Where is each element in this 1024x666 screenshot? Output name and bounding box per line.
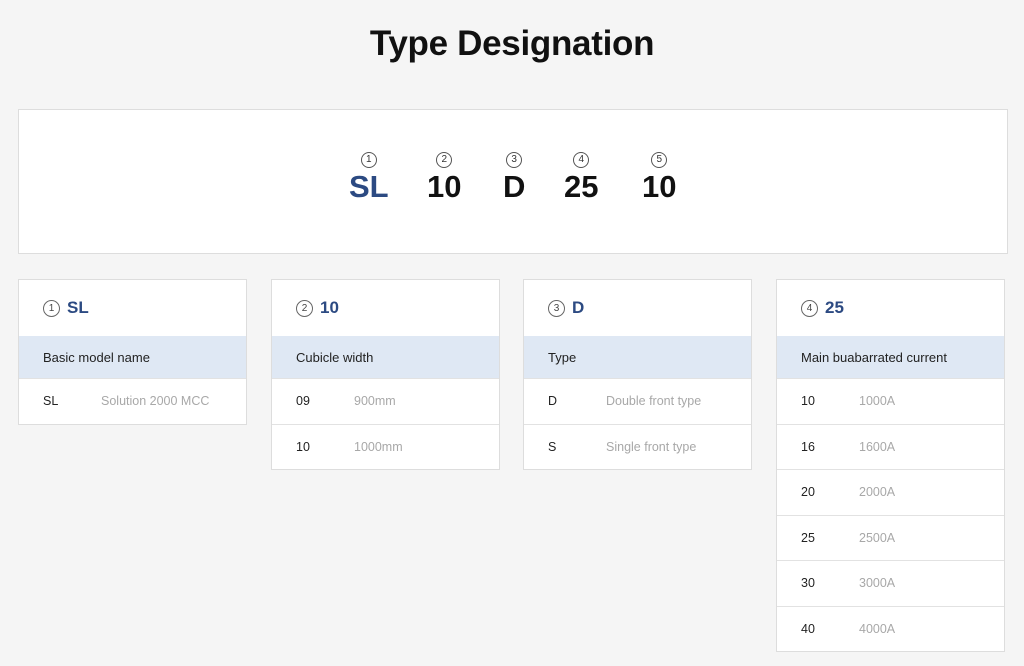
list-item: 16 1600A [777,423,1004,470]
type-code-panel: 1 SL 2 10 3 D 4 25 5 10 [18,109,1008,254]
card-subheader: Type [524,336,751,378]
row-value: 2500A [859,530,896,545]
row-key: S [548,439,557,454]
number-2-icon: 2 [296,299,313,317]
row-value: 1000A [859,394,896,409]
card-header: 2 10 [272,280,499,336]
row-value: 2000A [859,485,896,500]
row-value: Solution 2000 MCC [101,394,210,409]
row-key: 40 [801,621,815,636]
row-value: 1600A [859,439,896,454]
number-3-icon: 3 [506,152,523,168]
row-key: 20 [801,485,815,500]
code-value: 25 [564,169,599,204]
code-value: 10 [427,169,462,204]
number-1-icon: 1 [43,299,60,317]
row-key: 16 [801,439,815,454]
list-item: D Double front type [524,378,751,424]
list-item: 40 4000A [777,605,1004,652]
row-value: 900mm [354,394,396,409]
card-subheader: Cubicle width [272,336,499,378]
list-item: 25 2500A [777,514,1004,561]
card-basic-model: 1 SL Basic model name SL Solution 2000 M… [18,279,247,425]
card-subheader: Main buabarrated current [777,336,1004,378]
card-code: 25 [825,298,844,317]
card-main-current: 4 25 Main buabarrated current 10 1000A 1… [776,279,1005,652]
card-header: 4 25 [777,280,1004,336]
row-value: Double front type [606,394,702,409]
card-type: 3 D Type D Double front type S Single fr… [523,279,752,470]
row-key: 10 [801,394,815,409]
row-value: 3000A [859,576,896,591]
number-2-icon: 2 [436,152,453,168]
row-key: 25 [801,530,815,545]
code-value: 10 [642,169,677,204]
row-value: 4000A [859,621,896,636]
code-value: SL [349,169,389,204]
page-title: Type Designation [369,24,655,63]
row-key: 10 [296,439,310,454]
number-5-icon: 5 [651,152,668,168]
number-3-icon: 3 [548,299,565,317]
row-key: D [548,394,558,409]
row-key: 30 [801,576,815,591]
card-code: SL [67,298,89,317]
list-item: 09 900mm [272,378,499,424]
list-item: SL Solution 2000 MCC [19,378,246,424]
number-1-icon: 1 [360,152,377,168]
card-code: D [572,298,585,317]
row-value: 1000mm [354,439,403,454]
card-code: 10 [320,298,339,317]
row-key: SL [43,394,59,409]
code-segment-3: 3 D [503,152,525,204]
number-4-icon: 4 [573,152,590,168]
card-header: 1 SL [19,280,246,336]
code-segment-5: 5 10 [642,152,676,204]
row-value: Single front type [606,439,697,454]
list-item: 10 1000mm [272,423,499,470]
number-4-icon: 4 [801,299,818,317]
code-value: D [503,169,526,204]
card-header: 3 D [524,280,751,336]
list-item: 10 1000A [777,378,1004,424]
code-segment-4: 4 25 [564,152,598,204]
card-cubicle-width: 2 10 Cubicle width 09 900mm 10 1000mm [271,279,500,470]
list-item: 20 2000A [777,469,1004,515]
code-segment-1: 1 SL [349,152,389,204]
list-item: 30 3000A [777,560,1004,606]
list-item: S Single front type [524,423,751,470]
code-segment-2: 2 10 [427,152,461,204]
row-key: 09 [296,394,310,409]
card-subheader: Basic model name [19,336,246,378]
